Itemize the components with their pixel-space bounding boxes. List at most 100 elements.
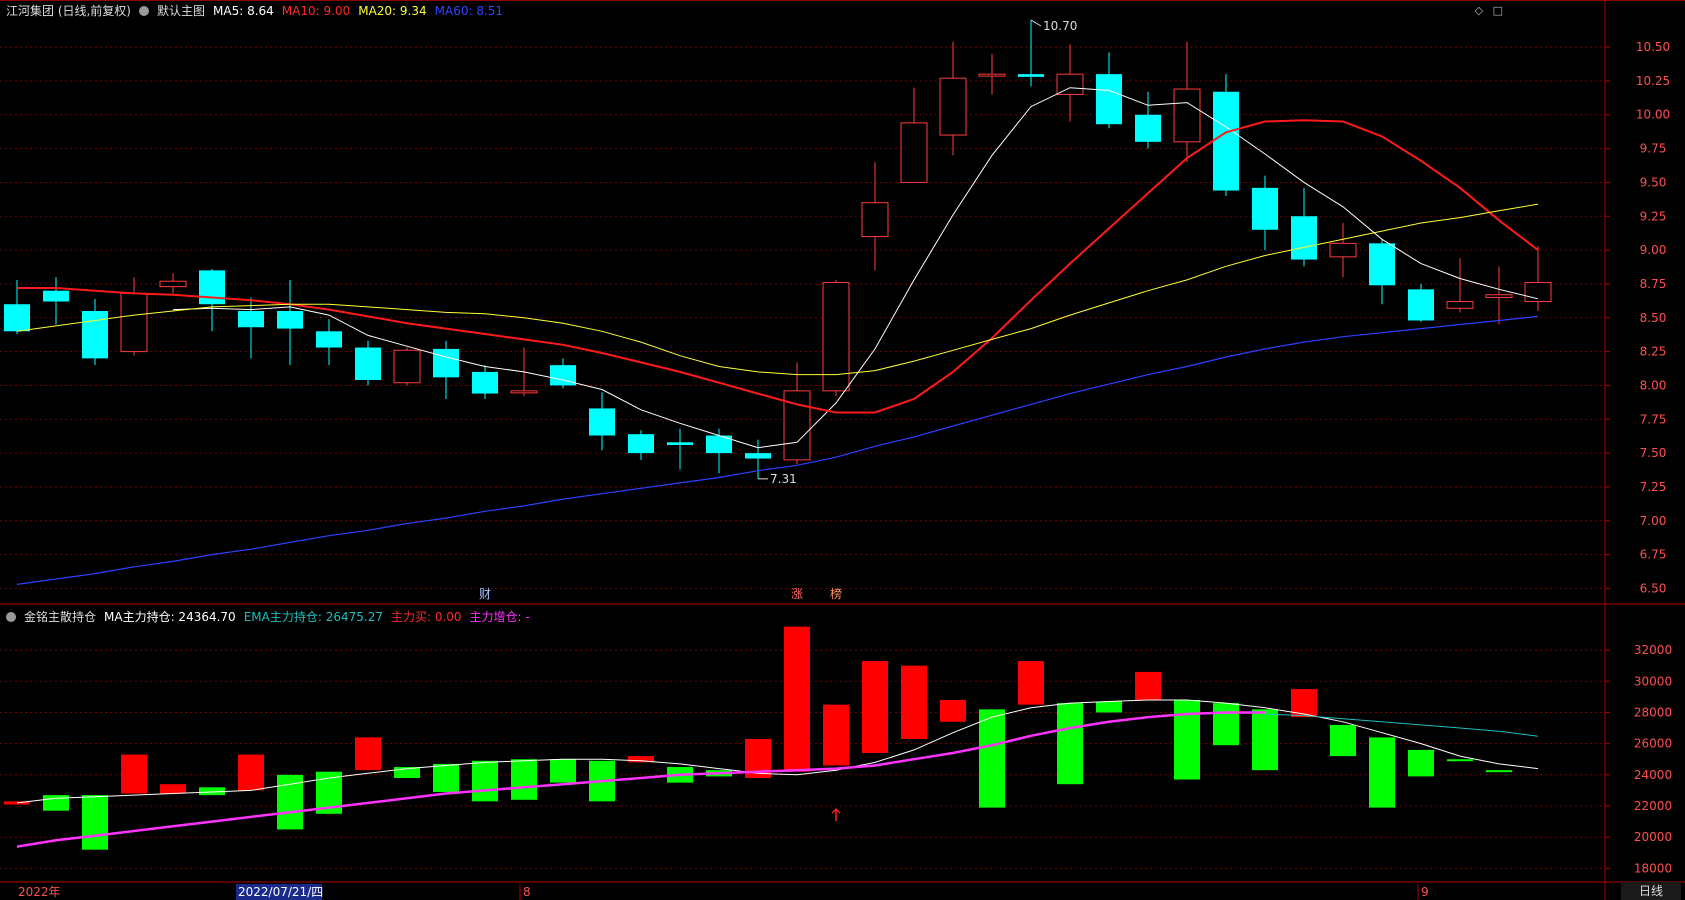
- holding-bar: [979, 709, 1005, 808]
- candle-body: [628, 434, 654, 454]
- holding-bar: [511, 759, 537, 800]
- main-tick-label: 7.00: [1640, 514, 1667, 528]
- sub-tick-label: 32000: [1634, 643, 1672, 657]
- square-icon[interactable]: □: [1493, 4, 1503, 17]
- candle-body: [1056, 73, 1084, 95]
- candle-body: [1329, 242, 1357, 258]
- sub-line-2: [1264, 713, 1539, 737]
- sub-tick-label: 20000: [1634, 830, 1672, 844]
- stock-title[interactable]: 江河集团 (日线,前复权): [6, 2, 131, 20]
- main-tick-label: 7.50: [1640, 446, 1667, 460]
- holding-bar: [1213, 703, 1239, 746]
- holding-bar: [1408, 749, 1434, 777]
- xaxis-label-month-9: 9: [1421, 885, 1429, 899]
- main-chart-header: 江河集团 (日线,前复权) 默认主图 MA5: 8.64 MA10: 9.00 …: [6, 2, 503, 20]
- candle-body: [667, 442, 693, 445]
- ma-line-ma10: [17, 119, 1539, 414]
- holding-bar: [1447, 759, 1473, 762]
- high-annotation: 10.70: [1043, 19, 1077, 33]
- candle-body: [43, 290, 69, 302]
- holding-bar: [82, 795, 108, 850]
- sub-tick-label: 30000: [1634, 674, 1672, 688]
- template-label[interactable]: 默认主图: [157, 2, 205, 20]
- main-tick-label: 7.75: [1640, 412, 1667, 426]
- candle-body: [589, 408, 615, 436]
- panel-controls: ◇ □: [1475, 4, 1503, 17]
- candle-body: [1173, 88, 1201, 143]
- candle-body: [1135, 114, 1161, 142]
- sub-tick-label: 28000: [1634, 705, 1672, 719]
- main-buy-value: 主力买: 0.00: [390, 610, 462, 624]
- holding-bar: [472, 760, 498, 802]
- candle-body: [316, 331, 342, 348]
- indicator-dot-icon: [6, 612, 16, 622]
- main-tick-label: 10.50: [1636, 40, 1670, 54]
- candle-body: [1291, 216, 1317, 260]
- candle-body: [1446, 301, 1474, 309]
- low-annotation: 7.31: [770, 472, 797, 486]
- candle-body: [433, 348, 459, 378]
- main-tick-label: 8.75: [1640, 277, 1667, 291]
- candle-body: [1485, 294, 1513, 298]
- holding-bar: [1486, 770, 1512, 773]
- sub-tick-label: 24000: [1634, 768, 1672, 782]
- period-label[interactable]: 日线: [1621, 882, 1681, 900]
- holding-bar: [784, 626, 810, 772]
- candle-body: [1252, 187, 1278, 230]
- candle-body: [393, 349, 421, 384]
- candle-body: [1408, 289, 1434, 321]
- candle-body: [1096, 74, 1122, 125]
- ema-main-value: EMA主力持仓: 26475.27: [243, 610, 383, 624]
- candle-body: [472, 371, 498, 394]
- holding-bar: [550, 759, 576, 783]
- candle-body: [939, 77, 967, 136]
- main-tick-label: 9.00: [1640, 243, 1667, 257]
- holding-bar: [238, 754, 264, 791]
- candle-body: [82, 311, 108, 359]
- holding-bar: [433, 763, 459, 792]
- holding-bar: [901, 665, 927, 739]
- xaxis-label-month-8: 8: [523, 885, 531, 899]
- main-tick-label: 6.75: [1640, 548, 1667, 562]
- main-tick-label: 8.50: [1640, 311, 1667, 325]
- candle-body: [978, 73, 1006, 77]
- candle-body: [510, 390, 538, 394]
- holding-bar: [862, 660, 888, 753]
- holding-bar: [1018, 660, 1044, 705]
- main-tick-label: 9.75: [1640, 142, 1667, 156]
- main-tick-label: 10.00: [1636, 108, 1670, 122]
- main-tick-label: 9.50: [1640, 175, 1667, 189]
- ma-line-ma60: [16, 315, 1539, 585]
- candle-body: [4, 304, 30, 332]
- holding-bar: [1252, 709, 1278, 771]
- event-marker: 榜: [830, 586, 842, 601]
- holding-bar: [121, 754, 147, 794]
- sub-chart-header: 金铭主散持仓 MA主力持仓: 24364.70 EMA主力持仓: 26475.2…: [6, 608, 530, 626]
- holding-bar: [1174, 699, 1200, 780]
- holding-bar: [355, 737, 381, 771]
- ma10-value: MA10: 9.00: [281, 4, 351, 18]
- candle-body: [1213, 91, 1239, 191]
- indicator-title[interactable]: 金铭主散持仓: [24, 608, 96, 626]
- chart-canvas: 10.50 10.25 10.00 9.75 9.50 9.25 9.00 8.75 8.50 8…: [0, 0, 1685, 900]
- diamond-icon[interactable]: ◇: [1475, 4, 1483, 17]
- sub-tick-label: 26000: [1634, 737, 1672, 751]
- main-tick-label: 8.00: [1640, 378, 1667, 392]
- candle-body: [900, 122, 928, 183]
- holding-bar: [1369, 737, 1395, 808]
- event-marker: 涨: [791, 586, 803, 601]
- main-add-value: 主力增仓: -: [469, 610, 530, 624]
- ma60-value: MA60: 8.51: [434, 4, 504, 18]
- candle-body: [1369, 243, 1395, 286]
- holding-bar: [940, 699, 966, 722]
- template-dot-icon: [139, 6, 149, 16]
- candle-body: [355, 347, 381, 381]
- candle-body: [277, 311, 303, 329]
- high-pointer: [1030, 19, 1042, 27]
- ma5-value: MA5: 8.64: [213, 4, 274, 18]
- event-marker: 财: [479, 587, 491, 601]
- holding-bar: [1057, 703, 1083, 785]
- main-tick-label: 7.25: [1640, 480, 1667, 494]
- xaxis-label-year: 2022年: [18, 885, 61, 899]
- holding-bar: [160, 784, 186, 794]
